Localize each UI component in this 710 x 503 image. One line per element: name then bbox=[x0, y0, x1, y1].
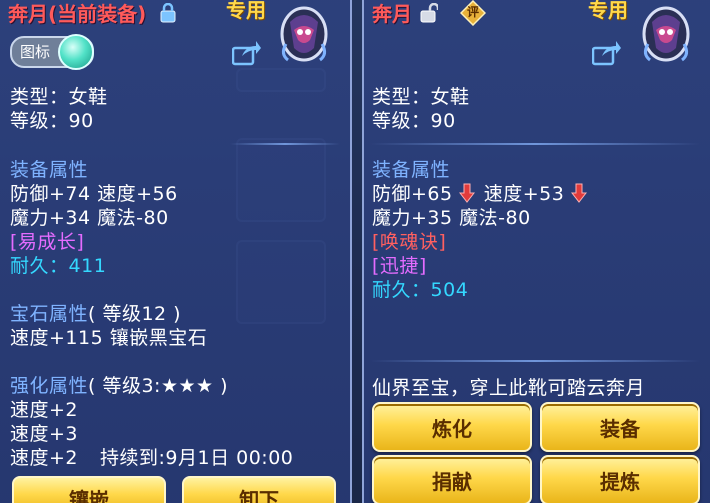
durability-row: 耐久：411 bbox=[10, 251, 106, 278]
exclusive-badge: 专用 bbox=[226, 0, 266, 22]
item-level: 等级：90 bbox=[372, 110, 456, 132]
equip-attr-header: 装备属性 bbox=[10, 159, 89, 181]
enhance-level: ( 等级3:★★★ ) bbox=[88, 375, 229, 397]
attr-line-compare: 防御+65 速度+53 bbox=[372, 179, 587, 206]
down-arrow-icon bbox=[459, 183, 476, 203]
inlay-button[interactable]: 镶嵌 bbox=[12, 476, 166, 503]
attr-defense: 防御+65 bbox=[372, 183, 453, 205]
unequip-button[interactable]: 卸下 bbox=[182, 476, 336, 503]
durability-value: 411 bbox=[68, 255, 107, 277]
boots-item-icon bbox=[638, 4, 694, 68]
rate-icon[interactable]: 评 bbox=[459, 0, 487, 30]
refine-button[interactable]: 炼化 bbox=[372, 402, 532, 452]
item-title: 奔月 bbox=[372, 2, 412, 26]
divider bbox=[370, 360, 700, 362]
equipped-item-panel: 奔月(当前装备) 专用 图标 类型：女鞋 等级：90 装备属性 防御+74 速度… bbox=[0, 0, 352, 503]
item-type: 类型：女鞋 bbox=[10, 86, 108, 108]
gem-line: 速度+115 镶嵌黑宝石 bbox=[10, 327, 208, 349]
extract-button[interactable]: 提炼 bbox=[540, 455, 700, 503]
equip-attr-header: 装备属性 bbox=[372, 159, 451, 181]
compare-item-panel: 奔月 评 专用 类型：女鞋 等级：90 装备属性 防御+65 速度+53 魔力+… bbox=[362, 0, 710, 503]
enhance-header-row: 强化属性( 等级3:★★★ ) bbox=[10, 371, 228, 398]
enhance-header: 强化属性 bbox=[10, 375, 89, 397]
gem-level: ( 等级12 ) bbox=[88, 303, 182, 325]
unlock-icon[interactable] bbox=[420, 2, 440, 27]
divider bbox=[370, 143, 700, 145]
durability-row: 耐久：504 bbox=[372, 275, 468, 302]
enhance-line: 速度+2 bbox=[10, 399, 79, 421]
exclusive-badge: 专用 bbox=[588, 0, 628, 22]
attr-line: 防御+74 速度+56 bbox=[10, 183, 178, 205]
toggle-knob bbox=[58, 34, 94, 70]
item-type: 类型：女鞋 bbox=[372, 86, 470, 108]
special-effect: [唤魂诀] bbox=[372, 231, 447, 253]
durability-value: 504 bbox=[430, 279, 469, 301]
equip-button[interactable]: 装备 bbox=[540, 402, 700, 452]
attr-line: 魔力+34 魔法-80 bbox=[10, 207, 169, 229]
boots-item-icon bbox=[276, 4, 332, 68]
item-title: 奔月(当前装备) bbox=[8, 2, 147, 26]
share-icon[interactable] bbox=[591, 40, 622, 66]
icon-toggle[interactable]: 图标 bbox=[10, 34, 94, 70]
donate-button[interactable]: 捐献 bbox=[372, 455, 532, 503]
item-level: 等级：90 bbox=[10, 110, 94, 132]
rate-label: 评 bbox=[467, 5, 480, 19]
gem-header: 宝石属性 bbox=[10, 303, 89, 325]
durability-label: 耐久： bbox=[372, 279, 431, 301]
enhance-line: 速度+3 bbox=[10, 423, 79, 445]
item-description: 仙界至宝，穿上此靴可踏云奔月 bbox=[372, 377, 646, 399]
divider bbox=[230, 143, 340, 145]
special-effect: [迅捷] bbox=[372, 255, 427, 277]
special-effect: [易成长] bbox=[10, 231, 85, 253]
lock-icon[interactable] bbox=[160, 2, 176, 27]
attr-speed: 速度+53 bbox=[483, 183, 565, 205]
share-icon[interactable] bbox=[231, 40, 262, 66]
toggle-label: 图标 bbox=[20, 43, 51, 61]
enhance-line-with-duration: 速度+2 持续到:9月1日 00:00 bbox=[10, 443, 293, 470]
attr-line: 魔力+35 魔法-80 bbox=[372, 207, 531, 229]
enhance-line: 速度+2 bbox=[10, 447, 79, 469]
gem-header-row: 宝石属性( 等级12 ) bbox=[10, 299, 181, 326]
down-arrow-icon bbox=[570, 183, 587, 203]
durability-label: 耐久： bbox=[10, 255, 69, 277]
enhance-duration: 持续到:9月1日 00:00 bbox=[100, 447, 294, 469]
